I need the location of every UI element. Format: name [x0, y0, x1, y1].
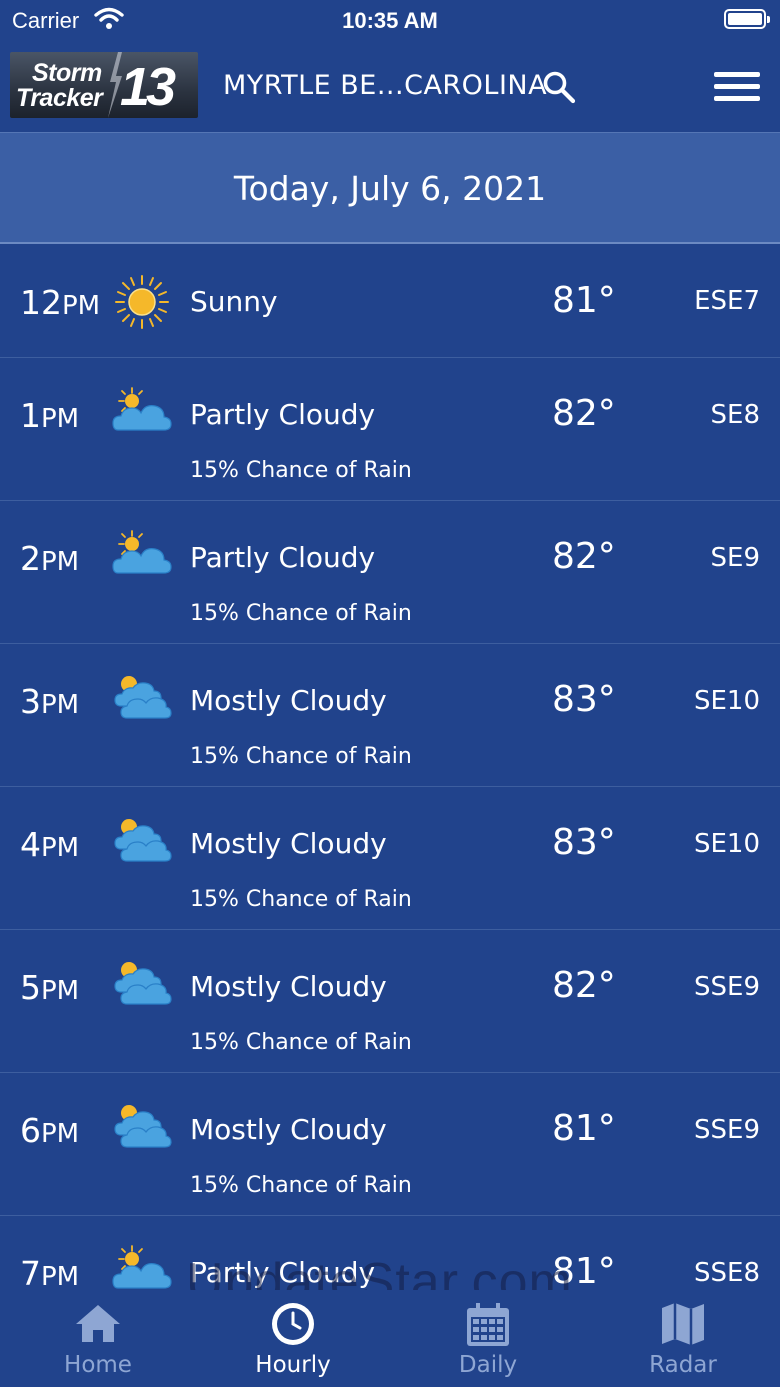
- hour-label: 5PM: [20, 968, 79, 1007]
- hour-ampm: PM: [41, 976, 80, 1006]
- nav-daily-label: Daily: [458, 1352, 518, 1378]
- home-icon: [76, 1305, 120, 1342]
- hour-label: 1PM: [20, 396, 79, 435]
- mostly-cloudy-icon: [112, 956, 172, 1012]
- date-banner: Today, July 6, 2021: [0, 132, 780, 244]
- temperature: 83°: [552, 679, 616, 720]
- hourly-row[interactable]: 1PM Partly Cloudy 15% Chance of Rain 82° SE…: [0, 358, 780, 501]
- menu-icon[interactable]: [714, 70, 762, 104]
- hour-number: 1: [20, 396, 41, 435]
- hour-number: 4: [20, 825, 41, 864]
- mostly-cloudy-icon: [112, 670, 172, 726]
- hour-ampm: PM: [41, 547, 80, 577]
- temperature: 81°: [552, 1108, 616, 1149]
- condition-label: Mostly Cloudy: [190, 684, 387, 717]
- hour-ampm: PM: [41, 690, 80, 720]
- rain-chance: 15% Chance of Rain: [190, 1173, 412, 1198]
- hour-ampm: PM: [41, 1119, 80, 1149]
- temperature: 82°: [552, 393, 616, 434]
- hour-label: 12PM: [20, 283, 100, 322]
- hour-label: 6PM: [20, 1111, 79, 1150]
- temperature: 82°: [552, 965, 616, 1006]
- hourly-row[interactable]: 3PM Mostly Cloudy 15% Chance of Rain 83° SE…: [0, 644, 780, 787]
- hour-ampm: PM: [62, 291, 101, 321]
- storm-tracker-logo[interactable]: Storm Tracker 13: [10, 52, 198, 118]
- hour-label: 2PM: [20, 539, 79, 578]
- hour-label: 4PM: [20, 825, 79, 864]
- partly-cloudy-icon: [112, 527, 172, 583]
- condition-label: Mostly Cloudy: [190, 1113, 387, 1146]
- rain-chance: 15% Chance of Rain: [190, 887, 412, 912]
- nav-daily[interactable]: Daily: [390, 1290, 586, 1387]
- condition-label: Partly Cloudy: [190, 398, 376, 431]
- wind: SSE9: [694, 1115, 760, 1145]
- nav-radar-label: Radar: [649, 1352, 717, 1378]
- hour-number: 3: [20, 682, 41, 721]
- hourly-row[interactable]: 2PM Partly Cloudy 15% Chance of Rain 82° SE…: [0, 501, 780, 644]
- mostly-cloudy-icon: [112, 1099, 172, 1155]
- temperature: 83°: [552, 822, 616, 863]
- hour-ampm: PM: [41, 404, 80, 434]
- rain-chance: 15% Chance of Rain: [190, 1030, 412, 1055]
- location-title[interactable]: MYRTLE BE...CAROLINA: [223, 70, 547, 101]
- hour-number: 5: [20, 968, 41, 1007]
- hour-ampm: PM: [41, 833, 80, 863]
- hour-number: 7: [20, 1254, 41, 1293]
- battery-icon: [724, 9, 770, 29]
- nav-home[interactable]: Home: [0, 1290, 196, 1387]
- hour-number: 6: [20, 1111, 41, 1150]
- nav-hourly-label: Hourly: [255, 1352, 331, 1378]
- hour-number: 12: [20, 283, 62, 322]
- nav-radar[interactable]: Radar: [585, 1290, 780, 1387]
- wind: SE9: [710, 543, 760, 573]
- wind: SSE8: [694, 1258, 760, 1288]
- sunny-icon: [112, 274, 172, 330]
- hour-number: 2: [20, 539, 41, 578]
- condition-label: Mostly Cloudy: [190, 970, 387, 1003]
- temperature: 81°: [552, 1251, 616, 1292]
- map-icon: [662, 1303, 704, 1345]
- temperature: 82°: [552, 536, 616, 577]
- wind: ESE7: [694, 286, 760, 316]
- mostly-cloudy-icon: [112, 813, 172, 869]
- hourly-row[interactable]: 5PM Mostly Cloudy 15% Chance of Rain 82° SS…: [0, 930, 780, 1073]
- hourly-row[interactable]: 4PM Mostly Cloudy 15% Chance of Rain 83° SE…: [0, 787, 780, 930]
- logo-line2: Tracker: [16, 84, 103, 112]
- clock: 10:35 AM: [342, 8, 438, 33]
- status-bar: Carrier 10:35 AM: [0, 0, 780, 40]
- clock-icon: [272, 1303, 314, 1345]
- bottom-nav: Home Hourly Daily Radar: [0, 1290, 780, 1387]
- search-icon[interactable]: [542, 70, 576, 104]
- nav-hourly[interactable]: Hourly: [195, 1290, 391, 1387]
- hour-label: 3PM: [20, 682, 79, 721]
- wind: SE10: [693, 686, 760, 716]
- wind: SSE9: [694, 972, 760, 1002]
- temperature: 81°: [552, 280, 616, 321]
- condition-label: Sunny: [190, 285, 278, 318]
- hour-label: 7PM: [20, 1254, 79, 1293]
- logo-number: 13: [120, 57, 176, 117]
- hourly-row[interactable]: 12PM Sunny 81° ESE7: [0, 246, 780, 358]
- wind: SE10: [693, 829, 760, 859]
- rain-chance: 15% Chance of Rain: [190, 601, 412, 626]
- rain-chance: 15% Chance of Rain: [190, 744, 412, 769]
- calendar-icon: [467, 1303, 509, 1346]
- wind: SE8: [710, 400, 760, 430]
- hour-ampm: PM: [41, 1262, 80, 1292]
- condition-label: Partly Cloudy: [190, 541, 376, 574]
- condition-label: Mostly Cloudy: [190, 827, 387, 860]
- condition-label: Partly Cloudy: [190, 1256, 376, 1289]
- hourly-row[interactable]: 6PM Mostly Cloudy 15% Chance of Rain 81° SS…: [0, 1073, 780, 1216]
- nav-home-label: Home: [64, 1352, 132, 1378]
- rain-chance: 15% Chance of Rain: [190, 458, 412, 483]
- app-header: Storm Tracker 13 MYRTLE BE...CAROLINA: [0, 40, 780, 132]
- partly-cloudy-icon: [112, 384, 172, 440]
